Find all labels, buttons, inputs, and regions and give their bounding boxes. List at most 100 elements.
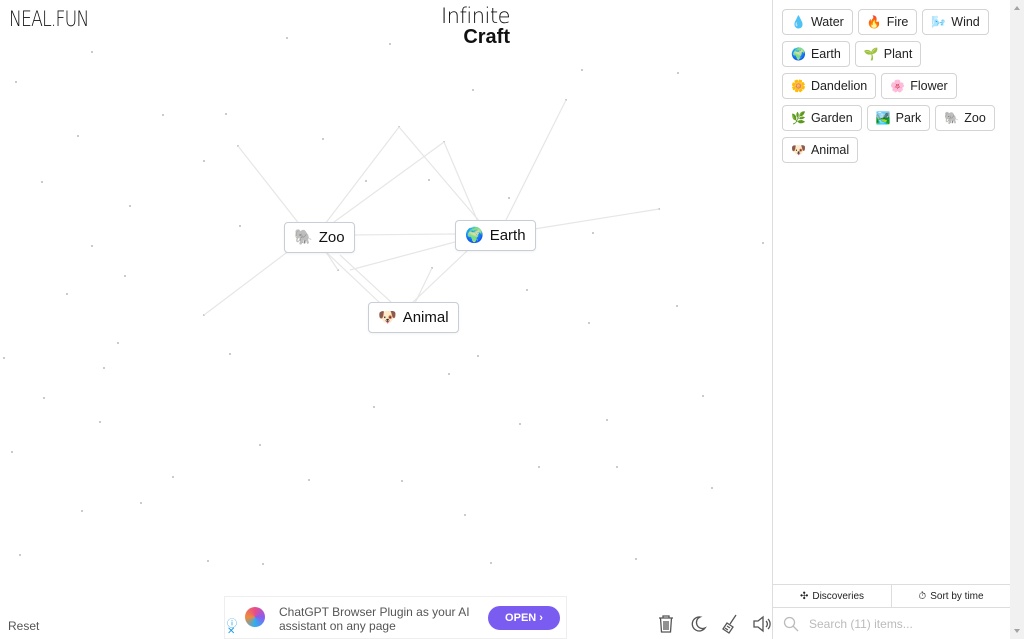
neal-fun-logo[interactable]: NEAL.FUN [9,7,89,31]
item-label: Garden [810,111,853,125]
connection-line [329,141,445,226]
item-label: Dandelion [810,79,868,93]
item-label: Fire [886,15,909,29]
sidebar-item-water[interactable]: 💧 Water [782,9,853,35]
sidebar-item-flower[interactable]: 🌸 Flower [881,73,957,99]
sidebar-item-earth[interactable]: 🌍 Earth [782,41,850,67]
ad-text-line-1: ChatGPT Browser Plugin as your AI [279,605,470,619]
particle [373,406,375,408]
park-icon: 🏞️ [875,111,891,125]
particle [581,69,583,71]
sidebar-item-fire[interactable]: 🔥 Fire [857,9,918,35]
particle [229,353,231,355]
item-label: Earth [810,47,841,61]
particle [592,232,594,234]
sidebar-item-wind[interactable]: 🌬️ Wind [922,9,989,35]
scroll-down-arrow[interactable] [1014,629,1020,633]
particle [538,466,540,468]
sidebar-item-animal[interactable]: 🐶 Animal [782,137,859,163]
particle [588,322,590,324]
plant-icon: 🌱 [863,47,879,61]
particle [103,367,105,369]
title-line-2: Craft [463,26,510,48]
item-label: Animal [810,143,850,157]
connection-line [504,99,567,223]
sidebar-item-zoo[interactable]: 🐘 Zoo [935,105,995,131]
particle [41,181,43,183]
globe-icon: 🌍 [465,227,484,244]
particle [702,395,704,397]
particle [225,113,227,115]
connection-line [237,145,301,226]
sidebar-item-plant[interactable]: 🌱 Plant [854,41,922,67]
particle [490,562,492,564]
ad-open-button[interactable]: OPEN › [488,606,560,630]
ad-text-line-2: assistant on any page [279,619,396,633]
brain-icon [245,607,265,627]
advertisement-banner[interactable]: ⓘ ✕ ChatGPT Browser Plugin as your AI as… [224,596,567,639]
infinite-craft-title: Infinite Craft [440,4,511,48]
connection-line [325,251,381,304]
connection-line [203,249,291,316]
canvas-node-earth[interactable]: 🌍 Earth [455,220,536,251]
particle [91,51,93,53]
particle [308,479,310,481]
dandelion-icon: 🌼 [791,79,806,93]
canvas-node-animal[interactable]: 🐶 Animal [368,302,459,333]
broom-icon[interactable] [719,613,741,635]
moon-icon[interactable] [687,613,709,635]
item-label: Park [895,111,922,125]
particle [401,480,403,482]
particle [11,451,13,453]
particle [239,225,241,227]
particle [140,502,142,504]
ad-close-icon[interactable]: ✕ [227,626,235,637]
sidebar-item-garden[interactable]: 🌿 Garden [782,105,862,131]
particle [606,419,608,421]
particle [19,554,21,556]
sidebar-item-park[interactable]: 🏞️ Park [866,105,931,131]
discoveries-tab[interactable]: ✣ Discoveries [773,585,891,607]
connection-line [324,126,400,225]
title-line-1: Infinite [440,4,511,28]
wind-icon: 🌬️ [931,15,947,29]
sound-icon[interactable] [751,613,773,635]
particle [762,242,764,244]
connection-line [339,254,393,304]
particle [508,197,510,199]
reset-button[interactable]: Reset [8,619,39,633]
particle [711,487,713,489]
sidebar-item-dandelion[interactable]: 🌼 Dandelion [782,73,877,99]
trash-icon[interactable] [655,613,677,635]
particle [99,421,101,423]
connection-line [411,249,469,304]
item-label: Wind [951,15,980,29]
search-input[interactable] [807,616,991,632]
earth-icon: 🌍 [791,47,806,61]
water-icon: 💧 [791,15,806,29]
particle [519,423,521,425]
connection-line [527,208,660,231]
scrollbar[interactable] [1010,0,1024,639]
scroll-up-arrow[interactable] [1014,6,1020,10]
particle [677,72,679,74]
sidebar: 💧 Water 🔥 Fire 🌬️ Wind 🌍 Earth 🌱 Plant 🌼 Dandelion 🌸… [772,0,1010,639]
particle [448,373,450,375]
zoo-icon: 🐘 [944,111,960,125]
search-icon [783,616,799,632]
particle [322,138,324,140]
item-label: Flower [910,79,948,93]
particle [464,514,466,516]
particle [117,342,119,344]
particle [365,180,367,182]
sort-by-time-tab[interactable]: ⏱ Sort by time [891,585,1010,607]
particle [43,397,45,399]
dog-icon: 🐶 [378,309,397,326]
particle [15,81,17,83]
canvas-node-zoo[interactable]: 🐘 Zoo [284,222,355,253]
connection-line [414,267,433,304]
sparkle-icon: ✣ [799,590,809,602]
crafting-canvas[interactable]: NEAL.FUN Infinite Craft 🐘 Zoo 🌍 Earth 🐶 … [0,0,772,639]
animal-icon: 🐶 [791,143,806,157]
particle [477,355,479,357]
